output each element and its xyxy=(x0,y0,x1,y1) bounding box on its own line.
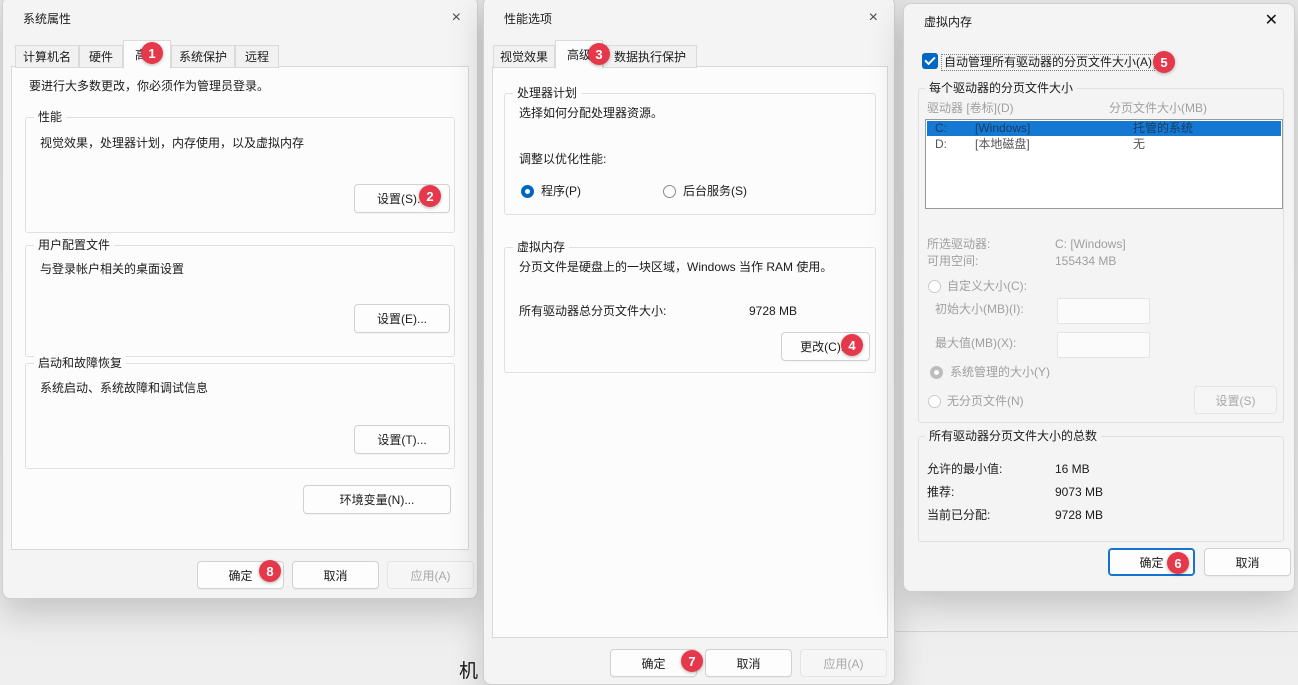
drive-paging-size: 托管的系统 xyxy=(1133,121,1193,136)
adjust-label: 调整以优化性能: xyxy=(519,152,606,167)
admin-note: 要进行大多数更改，你必须作为管理员登录。 xyxy=(29,79,269,94)
selected-drive-label: 所选驱动器: xyxy=(927,237,990,252)
performance-group: 性能 视觉效果，处理器计划，内存使用，以及虚拟内存 设置(S)... xyxy=(25,117,455,233)
system-properties-title: 系统属性 xyxy=(23,10,71,27)
programs-radio[interactable] xyxy=(521,185,534,198)
recommended-value: 9073 MB xyxy=(1055,485,1103,500)
minimum-label: 允许的最小值: xyxy=(927,462,1002,477)
free-space-label: 可用空间: xyxy=(927,254,978,269)
auto-manage-checkbox-label[interactable]: 自动管理所有驱动器的分页文件大小(A) xyxy=(942,55,1154,70)
custom-size-radio-label: 自定义大小(C): xyxy=(947,279,1027,294)
startup-recovery-group: 启动和故障恢复 系统启动、系统故障和调试信息 设置(T)... xyxy=(25,363,455,469)
per-drive-paging-group-label: 每个驱动器的分页文件大小 xyxy=(925,80,1077,96)
startup-recovery-desc: 系统启动、系统故障和调试信息 xyxy=(40,381,208,396)
close-icon[interactable]: × xyxy=(869,10,878,26)
size-column-header: 分页文件大小(MB) xyxy=(1109,101,1207,116)
drive-row-c: C: [Windows] 托管的系统 xyxy=(927,121,1281,136)
selected-drive-value: C: [Windows] xyxy=(1055,237,1126,252)
user-profiles-group: 用户配置文件 与登录帐户相关的桌面设置 设置(E)... xyxy=(25,245,455,357)
user-profiles-settings-button[interactable]: 设置(E)... xyxy=(354,304,450,333)
tab-system-protection[interactable]: 系统保护 xyxy=(171,45,235,68)
startup-recovery-group-label: 启动和故障恢复 xyxy=(34,355,126,371)
annotation-badge-6: 6 xyxy=(1167,552,1189,574)
processor-scheduling-desc: 选择如何分配处理器资源。 xyxy=(519,106,663,121)
virtual-memory-title: 虚拟内存 xyxy=(924,13,972,30)
performance-options-dialog: 性能选项 × 视觉效果 高级 数据执行保护 处理器计划 选择如何分配处理器资源。… xyxy=(483,0,895,685)
per-drive-paging-group: 每个驱动器的分页文件大小 驱动器 [卷标](D) 分页文件大小(MB) C: [… xyxy=(918,88,1284,423)
background-window-edge xyxy=(893,631,1298,632)
cancel-button[interactable]: 取消 xyxy=(705,649,792,677)
background-partial-text: 机 xyxy=(459,656,478,683)
background-services-radio-label[interactable]: 后台服务(S) xyxy=(683,184,747,199)
programs-radio-label[interactable]: 程序(P) xyxy=(541,184,581,199)
performance-group-label: 性能 xyxy=(34,109,66,125)
max-size-label: 最大值(MB)(X): xyxy=(935,336,1016,351)
total-paging-label: 所有驱动器总分页文件大小: xyxy=(519,304,666,319)
drive-column-header: 驱动器 [卷标](D) xyxy=(927,101,1014,116)
totals-group: 所有驱动器分页文件大小的总数 允许的最小值: 16 MB 推荐: 9073 MB… xyxy=(918,436,1284,542)
processor-scheduling-group-label: 处理器计划 xyxy=(513,85,581,101)
virtual-memory-titlebar: 虚拟内存 ✕ xyxy=(904,4,1294,38)
initial-size-label: 初始大小(MB)(I): xyxy=(935,302,1024,317)
tab-remote[interactable]: 远程 xyxy=(235,45,279,68)
tab-computer-name[interactable]: 计算机名 xyxy=(15,45,79,68)
initial-size-input xyxy=(1057,298,1150,324)
close-icon[interactable]: × xyxy=(452,10,461,26)
system-managed-radio xyxy=(930,366,943,379)
drive-volume: [Windows] xyxy=(975,121,1030,136)
annotation-badge-2: 2 xyxy=(419,185,441,207)
apply-button: 应用(A) xyxy=(800,649,887,677)
auto-manage-checkbox[interactable] xyxy=(922,53,938,69)
background-services-radio[interactable] xyxy=(663,185,676,198)
tab-hardware[interactable]: 硬件 xyxy=(79,45,123,68)
cancel-button[interactable]: 取消 xyxy=(292,561,379,589)
performance-desc: 视觉效果，处理器计划，内存使用，以及虚拟内存 xyxy=(40,136,304,151)
totals-group-label: 所有驱动器分页文件大小的总数 xyxy=(925,428,1101,444)
tab-dep[interactable]: 数据执行保护 xyxy=(603,45,697,68)
allocated-value: 9728 MB xyxy=(1055,508,1103,523)
drive-paging-size: 无 xyxy=(1133,137,1145,152)
tab-visual-effects[interactable]: 视觉效果 xyxy=(493,45,555,68)
virtual-memory-group: 虚拟内存 分页文件是硬盘上的一块区域，Windows 当作 RAM 使用。 所有… xyxy=(504,247,876,373)
virtual-memory-dialog: 虚拟内存 ✕ 自动管理所有驱动器的分页文件大小(A) 每个驱动器的分页文件大小 … xyxy=(903,3,1295,592)
apply-button: 应用(A) xyxy=(387,561,474,589)
total-paging-value: 9728 MB xyxy=(749,304,797,319)
user-profiles-desc: 与登录帐户相关的桌面设置 xyxy=(40,262,184,277)
no-paging-radio xyxy=(928,395,941,408)
no-paging-radio-label: 无分页文件(N) xyxy=(947,394,1024,409)
free-space-value: 155434 MB xyxy=(1055,254,1116,269)
drive-volume: [本地磁盘] xyxy=(975,137,1030,152)
allocated-label: 当前已分配: xyxy=(927,508,990,523)
virtual-memory-desc: 分页文件是硬盘上的一块区域，Windows 当作 RAM 使用。 xyxy=(519,260,832,275)
annotation-badge-3: 3 xyxy=(588,43,610,65)
virtual-memory-group-label: 虚拟内存 xyxy=(513,239,569,255)
cancel-button[interactable]: 取消 xyxy=(1204,548,1291,576)
processor-scheduling-group: 处理器计划 选择如何分配处理器资源。 调整以优化性能: 程序(P) 后台服务(S… xyxy=(504,93,876,215)
drive-letter: C: xyxy=(935,121,947,136)
performance-options-title: 性能选项 xyxy=(504,10,552,27)
drive-letter: D: xyxy=(935,137,947,152)
system-managed-radio-label: 系统管理的大小(Y) xyxy=(950,365,1050,380)
annotation-badge-7: 7 xyxy=(681,650,703,672)
drive-list: C: [Windows] 托管的系统 D: [本地磁盘] 无 xyxy=(925,119,1283,209)
annotation-badge-1: 1 xyxy=(141,42,163,64)
annotation-badge-8: 8 xyxy=(259,560,281,582)
set-button: 设置(S) xyxy=(1194,386,1277,414)
close-icon[interactable]: ✕ xyxy=(1265,13,1278,29)
drive-row-d: D: [本地磁盘] 无 xyxy=(927,137,1281,152)
performance-options-titlebar: 性能选项 × xyxy=(484,1,894,35)
annotation-badge-4: 4 xyxy=(841,334,863,356)
system-properties-titlebar: 系统属性 × xyxy=(3,1,477,35)
environment-variables-button[interactable]: 环境变量(N)... xyxy=(303,485,451,514)
custom-size-radio xyxy=(928,280,941,293)
minimum-value: 16 MB xyxy=(1055,462,1090,477)
system-properties-dialog: 系统属性 × 计算机名 硬件 高级 系统保护 远程 要进行大多数更改，你必须作为… xyxy=(2,0,478,599)
user-profiles-group-label: 用户配置文件 xyxy=(34,237,114,253)
recommended-label: 推荐: xyxy=(927,485,954,500)
startup-recovery-settings-button[interactable]: 设置(T)... xyxy=(354,425,450,454)
annotation-badge-5: 5 xyxy=(1153,51,1175,73)
max-size-input xyxy=(1057,332,1150,358)
desktop-background: 机 系统属性 × 计算机名 硬件 高级 系统保护 远程 要进行大多数更改，你必须… xyxy=(0,0,1298,685)
